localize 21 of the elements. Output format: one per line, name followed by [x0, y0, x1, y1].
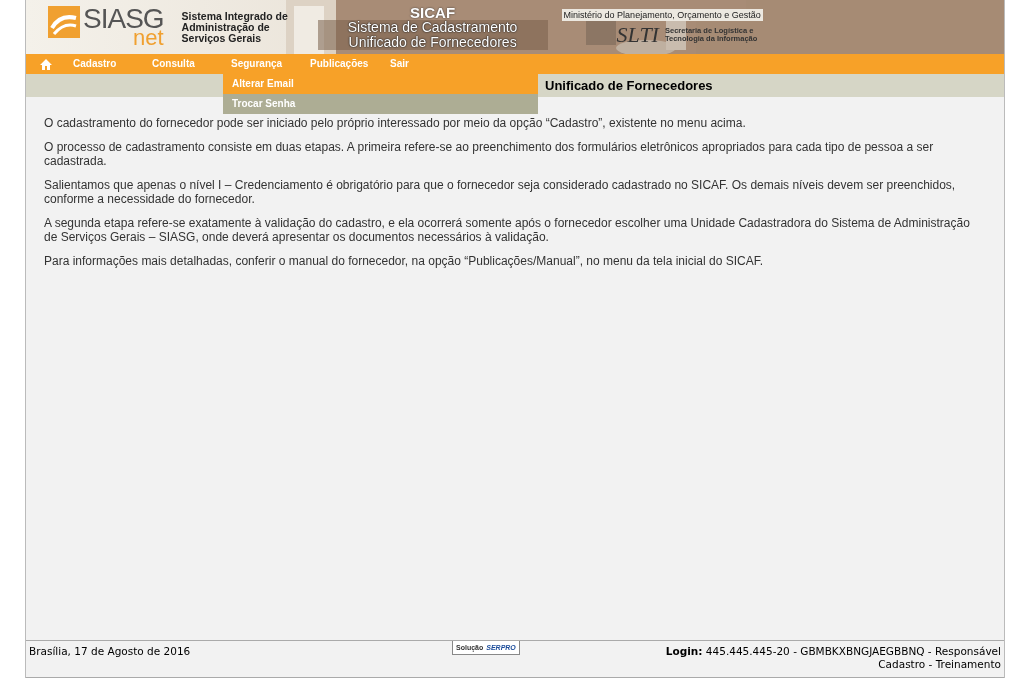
submenu-item[interactable]: Alterar Email	[223, 74, 538, 94]
paragraph: Para informações mais detalhadas, conferir o manual do fornecedor, na opção “Publicações/Manual”, no menu da tela inicial do SICAF.	[44, 254, 765, 268]
footer-date: Brasília, 17 de Agosto de 2016	[29, 645, 191, 659]
menu-item[interactable]: Sair	[390, 58, 409, 69]
paragraph: Salientamos que apenas o nível I – Credenciamento é obrigatório para que o fornecedor seja considerado cadastrado no SICAF. Os demais níveis devem ser preenchidos, conforme a necessidade do fornecedor.	[44, 178, 957, 206]
submenu-item[interactable]: Trocar Senha	[223, 94, 538, 114]
logo-subtext: net	[133, 28, 164, 48]
paragraph: A segunda etapa refere-se exatamente à validação do cadastro, e ela ocorrerá somente após o fornecedor escolher uma Unidade Cadastradora do Sistema de Administração de Serviços Gerais – SIASG, onde deverá apresentar os documentos necessários à validação.	[44, 216, 971, 244]
app-title: Sistema de Cadastramento Unificado de Fornecedores	[317, 19, 548, 50]
menu-item[interactable]: Cadastro	[73, 58, 117, 69]
login-info: Login: 445.445.445-20 - GBMBKXBNGJAEGBBNQ - Responsável Cadastro - Treinamento	[664, 645, 1001, 672]
menu-item[interactable]: Publicações	[310, 58, 369, 69]
logo-icon	[48, 6, 80, 38]
slti-logo: SLTI	[616, 23, 659, 46]
app-name: SICAF	[409, 4, 457, 20]
system-name: Sistema Integrado de Administração de Serviços Gerais	[181, 10, 289, 44]
menu-item[interactable]: Segurança	[231, 58, 283, 69]
paragraph: O cadastramento do fornecedor pode ser iniciado pelo próprio interessado por meio da opção “Cadastro”, existente no menu acima.	[44, 116, 747, 130]
home-icon[interactable]	[40, 58, 52, 70]
paragraph: O processo de cadastramento consiste em duas etapas. A primeira refere-se ao preenchimento dos formulários eletrônicos apropriados para cada tipo de pessoa a ser cadastrada.	[44, 140, 935, 168]
menu-item[interactable]: Consulta	[152, 58, 195, 69]
